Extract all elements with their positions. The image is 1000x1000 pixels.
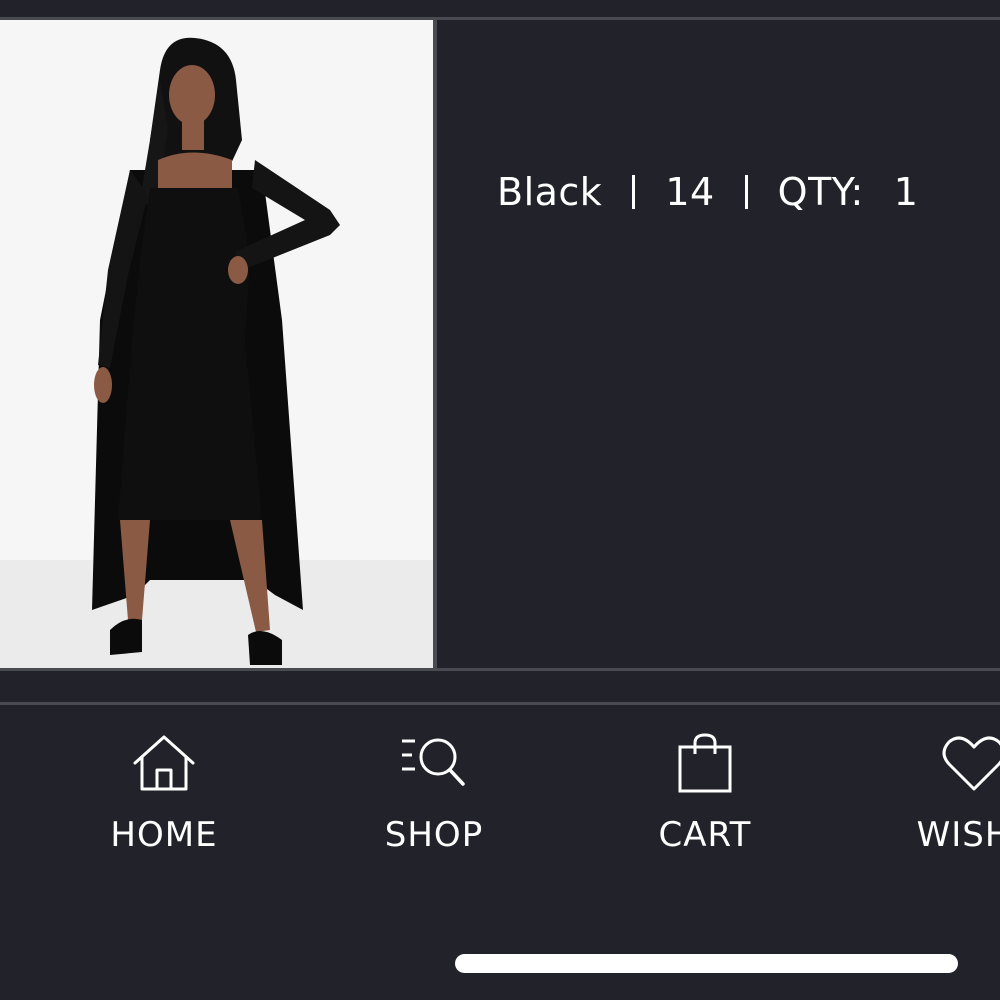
cart-item-row[interactable]: Black 14 QTY: 1: [0, 20, 1000, 671]
nav-label-home: HOME: [110, 815, 218, 855]
product-details: Black 14 QTY: 1: [497, 170, 918, 214]
shopping-bag-icon: [678, 733, 732, 793]
product-size: 14: [665, 170, 715, 214]
separator: [744, 175, 748, 209]
quantity-label: QTY:: [777, 170, 864, 214]
home-icon: [133, 735, 195, 791]
nav-item-wishlist[interactable]: WISHL: [874, 705, 1000, 865]
quantity-value[interactable]: 1: [894, 170, 919, 214]
nav-item-home[interactable]: HOME: [64, 705, 264, 865]
model-in-dress-illustration: [0, 20, 433, 668]
nav-label-wishlist: WISHL: [916, 815, 1000, 855]
separator: [632, 175, 636, 209]
nav-label-shop: SHOP: [384, 815, 484, 855]
nav-label-cart: CART: [658, 815, 752, 855]
nav-item-shop[interactable]: SHOP: [334, 705, 534, 865]
row-divider: [0, 668, 1000, 671]
product-image[interactable]: [0, 20, 433, 668]
nav-item-cart[interactable]: CART: [605, 705, 805, 865]
product-color: Black: [497, 170, 603, 214]
home-indicator[interactable]: [455, 954, 958, 973]
heart-icon: [942, 736, 1000, 791]
search-icon: [402, 738, 465, 786]
image-divider: [433, 20, 437, 668]
top-edge: [0, 0, 1000, 17]
